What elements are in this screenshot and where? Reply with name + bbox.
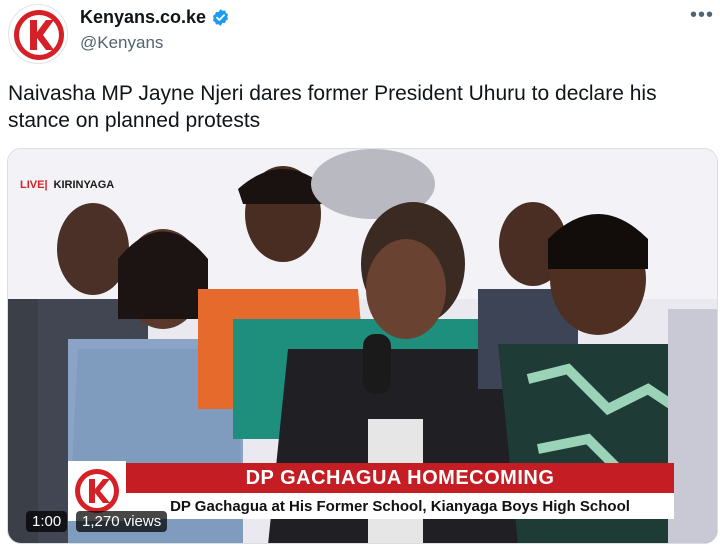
account-handle[interactable]: @Kenyans — [80, 33, 163, 53]
video-player[interactable]: LIVE| KIRINYAGA DP GACHAGUA HOMECOMING D… — [7, 148, 718, 544]
lower-third-subheadline: DP Gachagua at His Former School, Kianya… — [126, 493, 674, 519]
video-duration: 1:00 — [26, 511, 68, 532]
more-options-icon[interactable]: ••• — [690, 4, 714, 27]
kenyans-logo-icon — [14, 10, 64, 60]
account-avatar[interactable] — [8, 4, 68, 64]
verified-badge-icon — [213, 9, 229, 26]
live-location: KIRINYAGA — [53, 179, 115, 191]
live-indicator: LIVE| KIRINYAGA — [20, 179, 114, 191]
account-name-row: Kenyans.co.ke — [80, 7, 230, 28]
live-label: LIVE| — [20, 179, 48, 191]
video-views: 1,270 views — [76, 511, 168, 532]
lower-third-headline: DP GACHAGUA HOMECOMING — [126, 463, 674, 493]
account-display-name[interactable]: Kenyans.co.ke — [80, 7, 206, 28]
tweet-text: Naivasha MP Jayne Njeri dares former Pre… — [8, 82, 657, 132]
